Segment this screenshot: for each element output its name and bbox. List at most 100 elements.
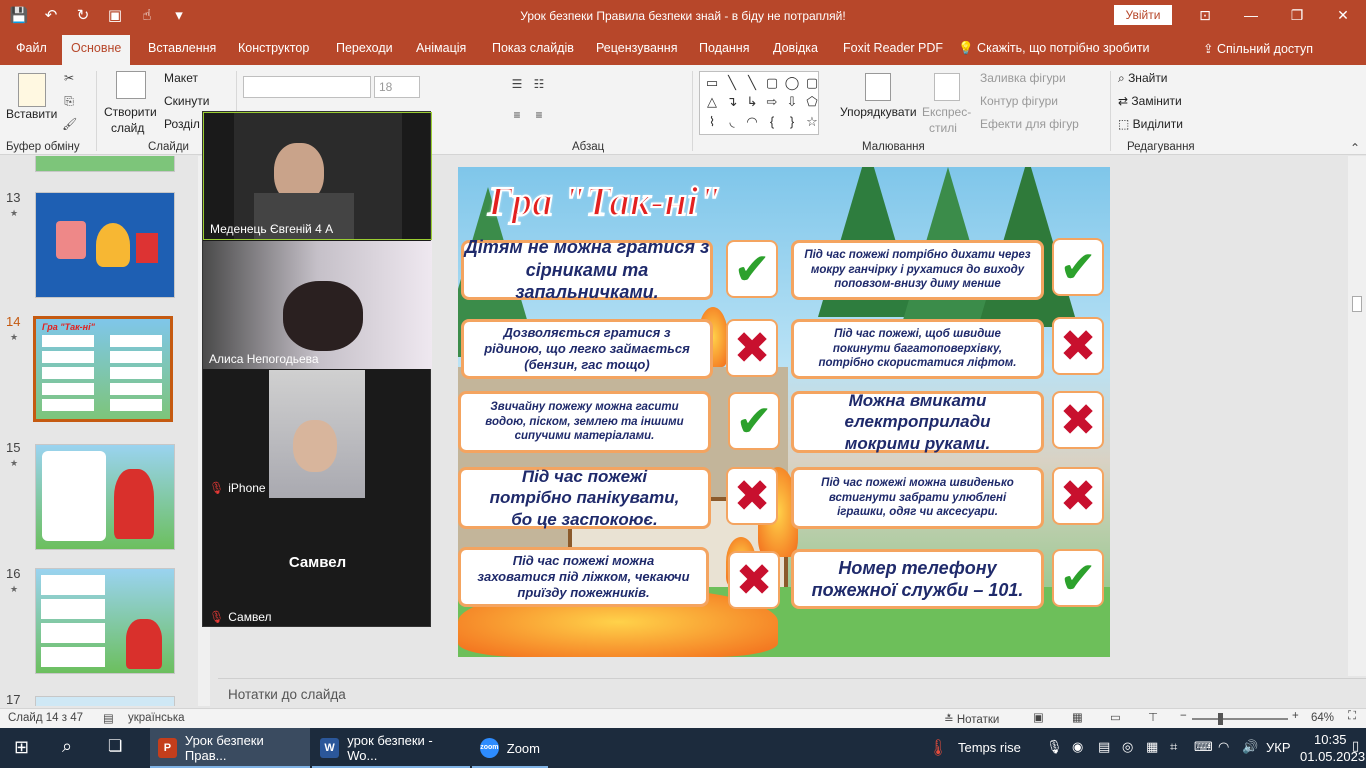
weather-text[interactable]: Temps rise — [958, 740, 1021, 755]
tab-insert[interactable]: Вставлення — [148, 41, 216, 55]
tab-review[interactable]: Рецензування — [596, 41, 677, 55]
ribbon-display-options-icon[interactable]: ⊡ — [1182, 0, 1228, 33]
notifications-icon[interactable]: ▯ — [1352, 738, 1359, 754]
slide-thumbnail-13[interactable] — [35, 192, 175, 298]
zoom-video-panel[interactable]: Меденець Євгеній 4 А Алиса Непогодьева 🎙… — [202, 111, 432, 627]
slide-thumbnail-16[interactable] — [35, 568, 175, 674]
reading-view-icon[interactable]: ▭ — [1110, 710, 1121, 724]
question-card[interactable]: Номер телефону пожежної служби – 101. — [791, 549, 1044, 609]
zoom-tray-icon[interactable]: ◉ — [1072, 739, 1083, 755]
shape-fill-button[interactable]: Заливка фігури — [980, 71, 1066, 85]
tab-file[interactable]: Файл — [16, 41, 47, 55]
question-card[interactable]: Під час пожежі потрібно панікувати, бо ц… — [458, 467, 711, 529]
check-mark-icon[interactable]: ✔ — [728, 392, 780, 450]
font-name-combo[interactable] — [243, 76, 371, 98]
shape-effects-button[interactable]: Ефекти для фігур — [980, 117, 1079, 131]
tab-view[interactable]: Подання — [699, 41, 749, 55]
spellcheck-icon[interactable]: ▤ — [103, 711, 114, 725]
tray-app-icon[interactable]: ▤ — [1098, 739, 1110, 755]
question-card[interactable]: Дозволяється гратися з рідиною, що легко… — [461, 319, 713, 379]
slide-canvas[interactable]: Гра "Так-ні" Дітям не можна гратися з сі… — [458, 167, 1110, 657]
slide-thumbnail-12[interactable] — [35, 156, 175, 172]
slideshow-icon[interactable]: ⊤ — [1148, 710, 1158, 724]
numbering-icon[interactable]: ☷ — [532, 77, 546, 91]
taskbar-app-zoom[interactable]: zoom Zoom — [472, 728, 548, 768]
question-card[interactable]: Звичайну пожежу можна гасити водою, піск… — [458, 391, 711, 453]
participant-tile[interactable]: 🎙 iPhone — [203, 370, 432, 498]
find-button[interactable]: ⌕ Знайти — [1118, 71, 1168, 86]
task-view-icon[interactable]: ❏ — [108, 736, 122, 756]
paste-icon[interactable] — [18, 73, 46, 107]
question-card[interactable]: Дітям не можна гратися з сірниками та за… — [461, 237, 713, 302]
cross-mark-icon[interactable]: ✖ — [726, 467, 778, 525]
share-button[interactable]: ⇪ Спільний доступ — [1203, 41, 1313, 56]
arrange-icon[interactable] — [865, 73, 891, 101]
tell-me-search[interactable]: 💡 Скажіть, що потрібно зробити — [958, 41, 1150, 56]
question-card[interactable]: Під час пожежі, щоб швидше покинути бага… — [791, 319, 1044, 379]
zoom-in-icon[interactable]: + — [1292, 710, 1299, 722]
reset-button[interactable]: Скинути — [164, 94, 209, 108]
slide-sorter-icon[interactable]: ▦ — [1072, 710, 1083, 724]
question-card[interactable]: Під час пожежі можна заховатися під ліжк… — [458, 547, 709, 607]
align-center-icon[interactable]: ≡ — [532, 108, 546, 122]
tab-animations[interactable]: Анімація — [416, 41, 466, 55]
slide-thumbnail-14[interactable]: Гра "Так-ні" — [33, 316, 173, 422]
input-language[interactable]: УКР — [1266, 740, 1291, 755]
taskbar-app-word[interactable]: W урок безпеки - Wo... — [312, 728, 470, 768]
tab-slideshow[interactable]: Показ слайдів — [492, 41, 574, 55]
windows-start-icon[interactable]: ⊞ — [14, 737, 29, 758]
normal-view-icon[interactable]: ▣ — [1033, 710, 1044, 724]
bullets-icon[interactable]: ☰ — [510, 77, 524, 91]
fit-slide-icon[interactable]: ⛶ — [1348, 710, 1356, 723]
editor-scrollbar[interactable] — [1348, 156, 1366, 676]
zoom-slider[interactable] — [1192, 718, 1288, 720]
search-icon[interactable]: ⌕ — [62, 736, 72, 757]
volume-icon[interactable]: 🔊 — [1242, 739, 1258, 755]
wifi-icon[interactable]: ◠ — [1218, 739, 1229, 755]
zoom-level[interactable]: 64% — [1311, 712, 1334, 724]
thermometer-icon[interactable]: 🌡 — [928, 738, 948, 758]
section-button[interactable]: Розділ — [164, 117, 200, 131]
tray-app-icon[interactable]: ◎ — [1122, 739, 1133, 755]
zoom-slider-thumb[interactable] — [1218, 713, 1223, 725]
network-icon[interactable]: ⌗ — [1170, 739, 1177, 755]
new-slide-icon[interactable] — [116, 71, 146, 99]
check-mark-icon[interactable]: ✔ — [726, 240, 778, 298]
shape-outline-button[interactable]: Контур фігури — [980, 94, 1058, 108]
slide-thumbnail-17[interactable] — [35, 696, 175, 706]
font-size-combo[interactable]: 18 — [374, 76, 420, 98]
restore-icon[interactable]: ❐ — [1274, 0, 1320, 33]
replace-button[interactable]: ⇄ Замінити — [1118, 94, 1182, 108]
tab-home[interactable]: Основне — [62, 35, 131, 65]
tab-transitions[interactable]: Переходи — [336, 41, 393, 55]
paste-button[interactable]: Вставити — [6, 107, 57, 121]
cut-icon[interactable]: ✂ — [62, 71, 76, 85]
slide-thumbnail-15[interactable] — [35, 444, 175, 550]
keyboard-icon[interactable]: ⌨ — [1194, 739, 1213, 755]
language-indicator[interactable]: українська — [128, 712, 185, 724]
cross-mark-icon[interactable]: ✖ — [1052, 467, 1104, 525]
taskbar-app-powerpoint[interactable]: P Урок безпеки Прав... — [150, 728, 310, 768]
tab-design[interactable]: Конструктор — [238, 41, 309, 55]
minimize-icon[interactable]: — — [1228, 0, 1274, 33]
sign-in-button[interactable]: Увійти — [1114, 5, 1172, 25]
slide-title[interactable]: Гра "Так-ні" — [487, 177, 722, 225]
participant-tile[interactable]: Алиса Непогодьева — [203, 241, 432, 369]
cross-mark-icon[interactable]: ✖ — [1052, 317, 1104, 375]
notes-toggle-button[interactable]: ≛ Нотатки — [944, 712, 999, 726]
cross-mark-icon[interactable]: ✖ — [1052, 391, 1104, 449]
select-button[interactable]: ⬚ Виділити — [1118, 117, 1183, 131]
quick-styles-button[interactable]: Експрес- — [922, 105, 971, 119]
check-mark-icon[interactable]: ✔ — [1052, 238, 1104, 296]
copy-icon[interactable]: ⎘ — [62, 94, 76, 108]
tab-foxit[interactable]: Foxit Reader PDF — [843, 41, 943, 55]
align-left-icon[interactable]: ≡ — [510, 108, 524, 122]
question-card[interactable]: Можна вмикати електроприлади мокрими рук… — [791, 391, 1044, 453]
question-card[interactable]: Під час пожежі потрібно дихати через мок… — [791, 240, 1044, 300]
shapes-gallery[interactable]: ▭ ╲ ╲ ▢ ◯ ▢ △ ↴ ↳ ⇨ ⇩ ⬠ ⌇ ◟ ◠{} ☆ — [699, 71, 819, 135]
microphone-icon[interactable]: 🎙 — [1046, 739, 1063, 755]
arrange-button[interactable]: Упорядкувати — [840, 105, 917, 119]
question-card[interactable]: Під час пожежі можна швиденько встигнути… — [791, 467, 1044, 529]
notes-pane[interactable]: Нотатки до слайда — [218, 678, 1366, 708]
clock-time[interactable]: 10:35 — [1314, 732, 1347, 747]
